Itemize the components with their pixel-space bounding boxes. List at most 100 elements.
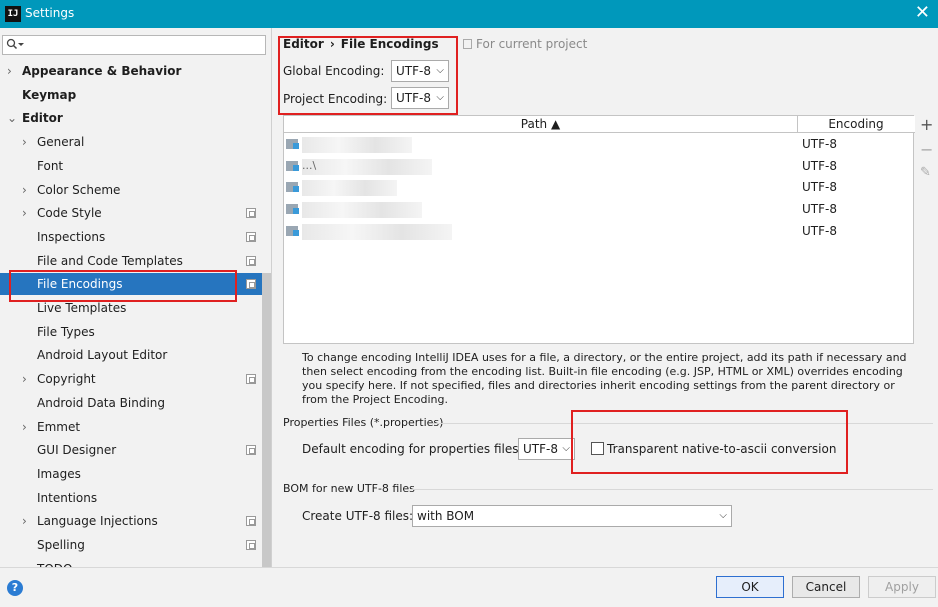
apply-button[interactable]: Apply bbox=[868, 576, 936, 598]
sidebar-item-label: Android Data Binding bbox=[37, 395, 166, 410]
table-row[interactable]: UTF-8 bbox=[284, 199, 914, 221]
sidebar-item[interactable]: Android Layout Editor bbox=[0, 344, 262, 366]
chevron-right-icon[interactable]: › bbox=[22, 179, 27, 201]
sidebar-item[interactable]: GUI Designer bbox=[0, 439, 262, 461]
chevron-right-icon[interactable]: › bbox=[22, 416, 27, 438]
ok-button[interactable]: OK bbox=[716, 576, 784, 598]
encoding-cell[interactable]: UTF-8 bbox=[802, 159, 837, 173]
sidebar-item[interactable]: File Types bbox=[0, 321, 262, 343]
sidebar-item-label: Intentions bbox=[37, 490, 98, 505]
project-scope-icon bbox=[246, 540, 256, 550]
sidebar-item-label: File Types bbox=[37, 324, 95, 339]
sidebar-item[interactable]: File and Code Templates bbox=[0, 250, 262, 272]
chevron-right-icon[interactable]: › bbox=[7, 60, 12, 82]
sidebar-item-label: Inspections bbox=[37, 229, 106, 244]
bom-value: with BOM bbox=[417, 509, 475, 523]
sidebar-item[interactable]: ⌄ Editor bbox=[0, 107, 262, 129]
sidebar-item[interactable]: › Language Injections bbox=[0, 510, 262, 532]
project-icon bbox=[463, 39, 472, 49]
folder-icon bbox=[286, 160, 299, 171]
path-cell bbox=[302, 137, 412, 153]
properties-encoding-select[interactable]: UTF-8 ⌵ bbox=[518, 438, 575, 460]
sidebar-item-label: Language Injections bbox=[37, 514, 158, 529]
sidebar-item[interactable]: Font bbox=[0, 155, 262, 177]
edit-icon[interactable]: ✎ bbox=[920, 165, 931, 180]
chevron-right-icon[interactable]: › bbox=[22, 368, 27, 390]
sidebar-item[interactable]: Android Data Binding bbox=[0, 392, 262, 414]
sidebar-item-label: Spelling bbox=[37, 538, 85, 552]
sidebar-scrollbar[interactable] bbox=[262, 273, 271, 567]
table-row[interactable]: UTF-8 bbox=[284, 177, 914, 199]
default-properties-encoding-label: Default encoding for properties files: bbox=[302, 442, 523, 456]
window-title: Settings bbox=[25, 6, 75, 20]
chevron-down-icon[interactable]: ⌄ bbox=[7, 107, 17, 129]
sidebar-item-label: Appearance & Behavior bbox=[22, 64, 182, 78]
sidebar-item-label: Copyright bbox=[37, 372, 96, 387]
chevron-down-icon: ⌵ bbox=[562, 443, 570, 454]
section-divider bbox=[411, 489, 933, 490]
project-scope-icon bbox=[246, 516, 256, 527]
sidebar-item[interactable]: Spelling bbox=[0, 534, 262, 556]
add-icon[interactable]: + bbox=[920, 115, 933, 134]
chevron-right-icon[interactable]: › bbox=[22, 510, 27, 532]
close-icon[interactable]: ✕ bbox=[915, 2, 930, 23]
project-scope-icon bbox=[246, 374, 256, 385]
create-utf8-files-label: Create UTF-8 files: bbox=[302, 509, 414, 523]
help-icon[interactable]: ? bbox=[7, 580, 23, 596]
sidebar-item-label: Emmet bbox=[37, 419, 81, 434]
folder-icon bbox=[286, 182, 299, 193]
table-row[interactable]: UTF-8 bbox=[284, 221, 914, 243]
sidebar-item[interactable]: › Copyright bbox=[0, 368, 262, 390]
for-current-project-note: For current project bbox=[463, 37, 587, 51]
encoding-cell[interactable]: UTF-8 bbox=[802, 180, 837, 194]
remove-icon[interactable]: − bbox=[920, 140, 933, 159]
sidebar-item-label: Editor bbox=[22, 111, 63, 126]
project-scope-icon bbox=[246, 255, 256, 266]
path-column-header[interactable]: Path ▲ bbox=[284, 116, 798, 133]
sidebar-item[interactable]: Keymap bbox=[0, 84, 262, 106]
highlight-box-transparent bbox=[571, 410, 848, 474]
path-cell bbox=[302, 223, 452, 240]
folder-icon bbox=[286, 225, 299, 236]
table-row[interactable]: UTF-8 bbox=[284, 134, 914, 156]
sidebar-item-label: Color Scheme bbox=[37, 182, 121, 197]
sidebar-item[interactable]: Intentions bbox=[0, 487, 262, 509]
encoding-cell[interactable]: UTF-8 bbox=[802, 202, 837, 216]
properties-section-title: Properties Files (*.properties) bbox=[283, 416, 444, 429]
sidebar-item-label: Keymap bbox=[22, 87, 77, 102]
path-cell: ...\ bbox=[302, 158, 432, 175]
encoding-cell[interactable]: UTF-8 bbox=[802, 224, 837, 238]
chevron-down-icon: ⌵ bbox=[719, 510, 727, 521]
bom-section-title: BOM for new UTF-8 files bbox=[283, 482, 415, 495]
sidebar-item[interactable]: › General bbox=[0, 131, 262, 153]
bom-select[interactable]: with BOM ⌵ bbox=[412, 505, 732, 527]
for-current-project-label: For current project bbox=[476, 37, 588, 51]
sidebar-item-label: Font bbox=[37, 158, 64, 173]
sidebar-item[interactable]: › Emmet bbox=[0, 416, 262, 438]
sidebar-item[interactable]: TODO bbox=[0, 558, 262, 567]
sidebar-item[interactable]: › Code Style bbox=[0, 202, 262, 224]
path-cell bbox=[302, 180, 397, 197]
chevron-right-icon[interactable]: › bbox=[22, 202, 27, 224]
table-row[interactable]: ...\ UTF-8 bbox=[284, 156, 914, 178]
encoding-column-header[interactable]: Encoding bbox=[798, 116, 914, 133]
sidebar-item[interactable]: Images bbox=[0, 463, 262, 485]
encoding-cell[interactable]: UTF-8 bbox=[802, 137, 837, 151]
path-cell bbox=[302, 202, 422, 219]
sidebar-item-label: Code Style bbox=[37, 206, 102, 221]
sidebar-item[interactable]: › Color Scheme bbox=[0, 179, 262, 201]
sidebar-item-label: GUI Designer bbox=[37, 443, 117, 458]
chevron-right-icon[interactable]: › bbox=[22, 131, 27, 153]
folder-icon bbox=[286, 139, 299, 149]
sidebar-item-label: Android Layout Editor bbox=[37, 348, 168, 363]
highlight-box-file-encodings bbox=[9, 270, 237, 302]
search-input[interactable] bbox=[2, 35, 266, 55]
sidebar-item-label: General bbox=[37, 135, 85, 150]
project-scope-icon bbox=[246, 231, 256, 242]
sidebar-item[interactable]: Inspections bbox=[0, 226, 262, 248]
path-encoding-table[interactable]: Path ▲ Encoding UTF-8 ...\ UTF-8 UTF-8 UTF-8… bbox=[283, 115, 915, 344]
cancel-button[interactable]: Cancel bbox=[792, 576, 860, 598]
sidebar-item[interactable]: › Appearance & Behavior bbox=[0, 60, 262, 82]
sidebar-item-label: TODO bbox=[37, 558, 72, 567]
properties-encoding-value: UTF-8 bbox=[523, 442, 558, 456]
